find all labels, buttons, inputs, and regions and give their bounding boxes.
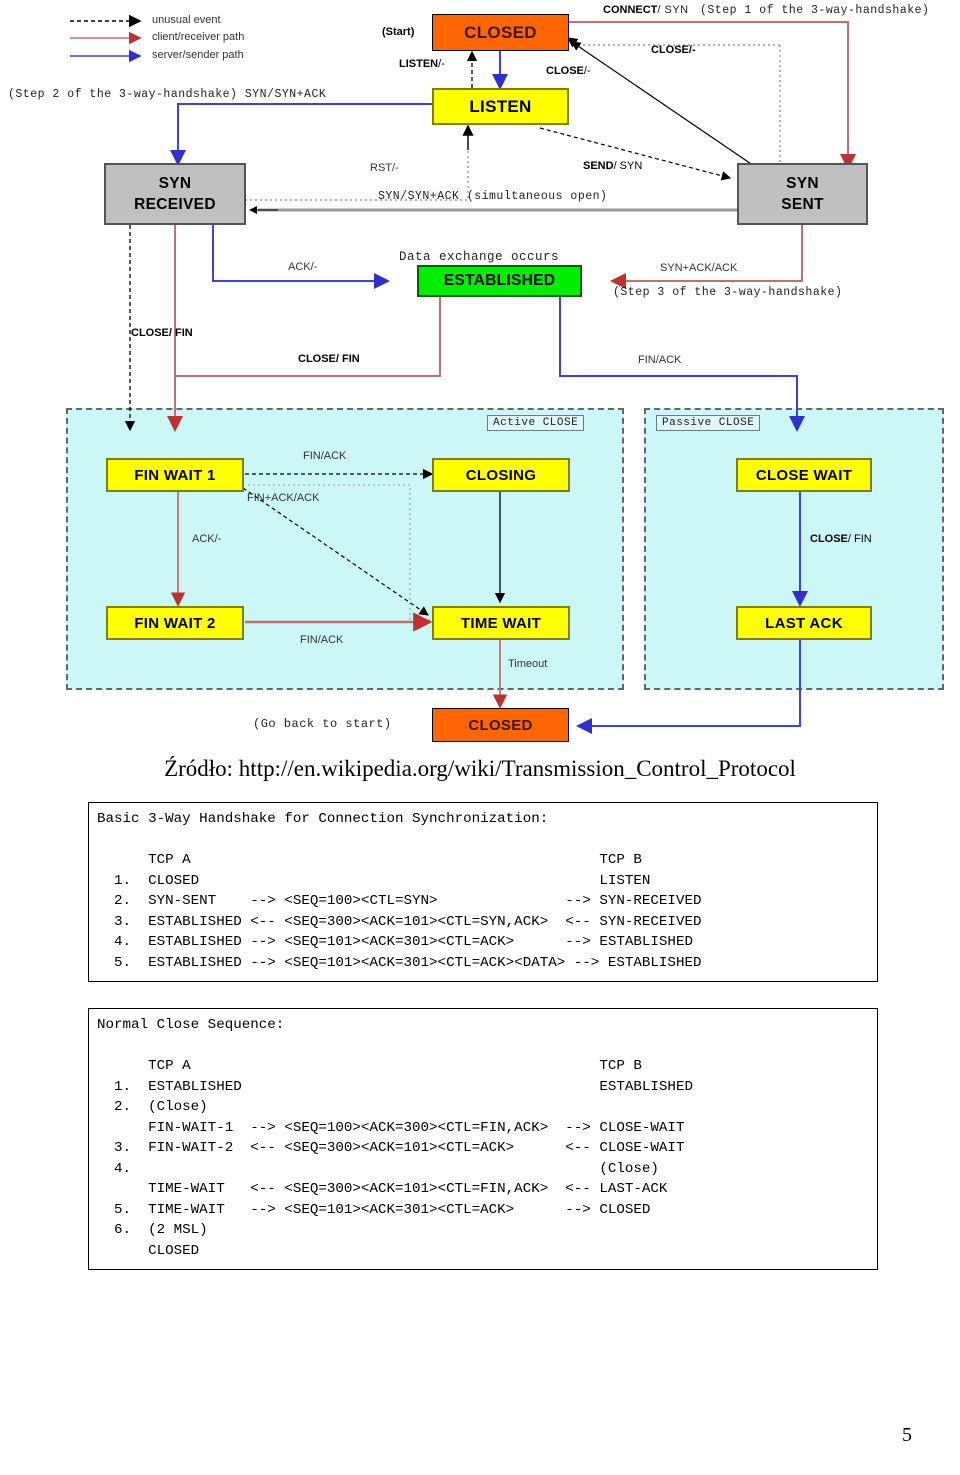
close-sequence-text: Normal Close Sequence: TCP A TCP B 1. ES… xyxy=(97,1017,693,1259)
annotation-go-back-to-start: (Go back to start) xyxy=(253,717,392,731)
annotation-fin-ack-mid-right: FIN/ACK xyxy=(638,354,682,366)
state-closed-bottom[interactable]: CLOSED xyxy=(432,708,569,742)
connect-rest-text: / SYN xyxy=(657,4,689,16)
state-syn-sent-line2: SENT xyxy=(781,196,824,213)
source-attribution: Źródło: http://en.wikipedia.org/wiki/Tra… xyxy=(164,756,796,781)
annotation-start: (Start) xyxy=(382,26,415,38)
state-closed-top[interactable]: CLOSED xyxy=(432,14,569,51)
annotation-close-fin-far-left: CLOSE/ FIN xyxy=(131,327,193,339)
close-sequence-box: Normal Close Sequence: TCP A TCP B 1. ES… xyxy=(88,1008,878,1270)
handshake-sequence-text: Basic 3-Way Handshake for Connection Syn… xyxy=(97,811,702,971)
annotation-syn-ack-ack: SYN+ACK/ACK xyxy=(660,262,738,274)
close-mid-bold-text: CLOSE xyxy=(546,65,584,77)
send-rest-text: / SYN xyxy=(613,160,643,172)
state-fin-wait-2[interactable]: FIN WAIT 2 xyxy=(106,606,244,640)
close-right-bold-text: CLOSE xyxy=(810,533,848,545)
close-right-rest-text: / FIN xyxy=(847,533,872,545)
annotation-close-minus-right: CLOSE/- xyxy=(651,44,696,56)
state-fin-wait-1[interactable]: FIN WAIT 1 xyxy=(106,458,244,492)
handshake-sequence-box: Basic 3-Way Handshake for Connection Syn… xyxy=(88,802,878,982)
state-established[interactable]: ESTABLISHED xyxy=(417,265,582,297)
connect-bold-text: CONNECT xyxy=(603,4,658,16)
tcp-state-diagram: unusual event client/receiver path serve… xyxy=(0,0,960,748)
annotation-simultaneous-open: SYN/SYN+ACK (simultaneous open) xyxy=(378,190,608,203)
legend-label-client-receiver-path: client/receiver path xyxy=(152,31,245,43)
state-last-ack[interactable]: LAST ACK xyxy=(736,606,872,640)
annotation-step2: (Step 2 of the 3-way-handshake) SYN/SYN+… xyxy=(8,88,327,101)
annotation-step1: (Step 1 of the 3-way-handshake) xyxy=(700,4,930,17)
region-tag-active-close: Active CLOSE xyxy=(487,415,585,431)
annotation-data-exchange: Data exchange occurs xyxy=(399,250,560,264)
legend-label-unusual-event: unusual event xyxy=(152,14,221,26)
legend-label-server-sender-path: server/sender path xyxy=(152,49,244,61)
annotation-fin-ack-top: FIN/ACK xyxy=(303,450,347,462)
state-close-wait[interactable]: CLOSE WAIT xyxy=(736,458,872,492)
annotation-ack-minus-left: ACK/- xyxy=(288,261,318,273)
annotation-step3: (Step 3 of the 3-way-handshake) xyxy=(613,286,843,299)
annotation-connect-syn: CONNECT/ SYN xyxy=(603,4,689,16)
annotation-fin-ack-ack: FIN+ACK/ACK xyxy=(247,492,320,504)
state-syn-received[interactable]: SYN RECEIVED xyxy=(104,163,246,225)
listen-bold-text: LISTEN xyxy=(399,58,439,70)
page-number: 5 xyxy=(902,1424,912,1446)
close-mid-rest-text: /- xyxy=(583,65,591,77)
state-syn-sent-line1: SYN xyxy=(786,175,819,192)
annotation-listen-minus: LISTEN/- xyxy=(399,58,445,70)
state-time-wait[interactable]: TIME WAIT xyxy=(432,606,570,640)
state-syn-received-line2: RECEIVED xyxy=(134,196,216,213)
annotation-close-minus-mid: CLOSE/- xyxy=(546,65,591,77)
send-bold-text: SEND xyxy=(583,160,614,172)
region-tag-passive-close: Passive CLOSE xyxy=(656,415,761,431)
state-syn-received-line1: SYN xyxy=(158,175,192,192)
annotation-rst-minus: RST/- xyxy=(370,162,399,174)
annotation-ack-minus-fw: ACK/- xyxy=(192,533,222,545)
listen-rest-text: /- xyxy=(438,58,445,70)
annotation-timeout: Timeout xyxy=(508,658,548,670)
state-closing[interactable]: CLOSING xyxy=(432,458,570,492)
state-listen[interactable]: LISTEN xyxy=(432,88,569,125)
annotation-close-fin-right: CLOSE/ FIN xyxy=(810,533,872,545)
annotation-send-syn: SEND/ SYN xyxy=(583,160,642,172)
annotation-close-fin-mid: CLOSE/ FIN xyxy=(298,353,360,365)
state-syn-sent[interactable]: SYN SENT xyxy=(737,163,868,225)
annotation-fin-ack-bottom: FIN/ACK xyxy=(300,634,344,646)
